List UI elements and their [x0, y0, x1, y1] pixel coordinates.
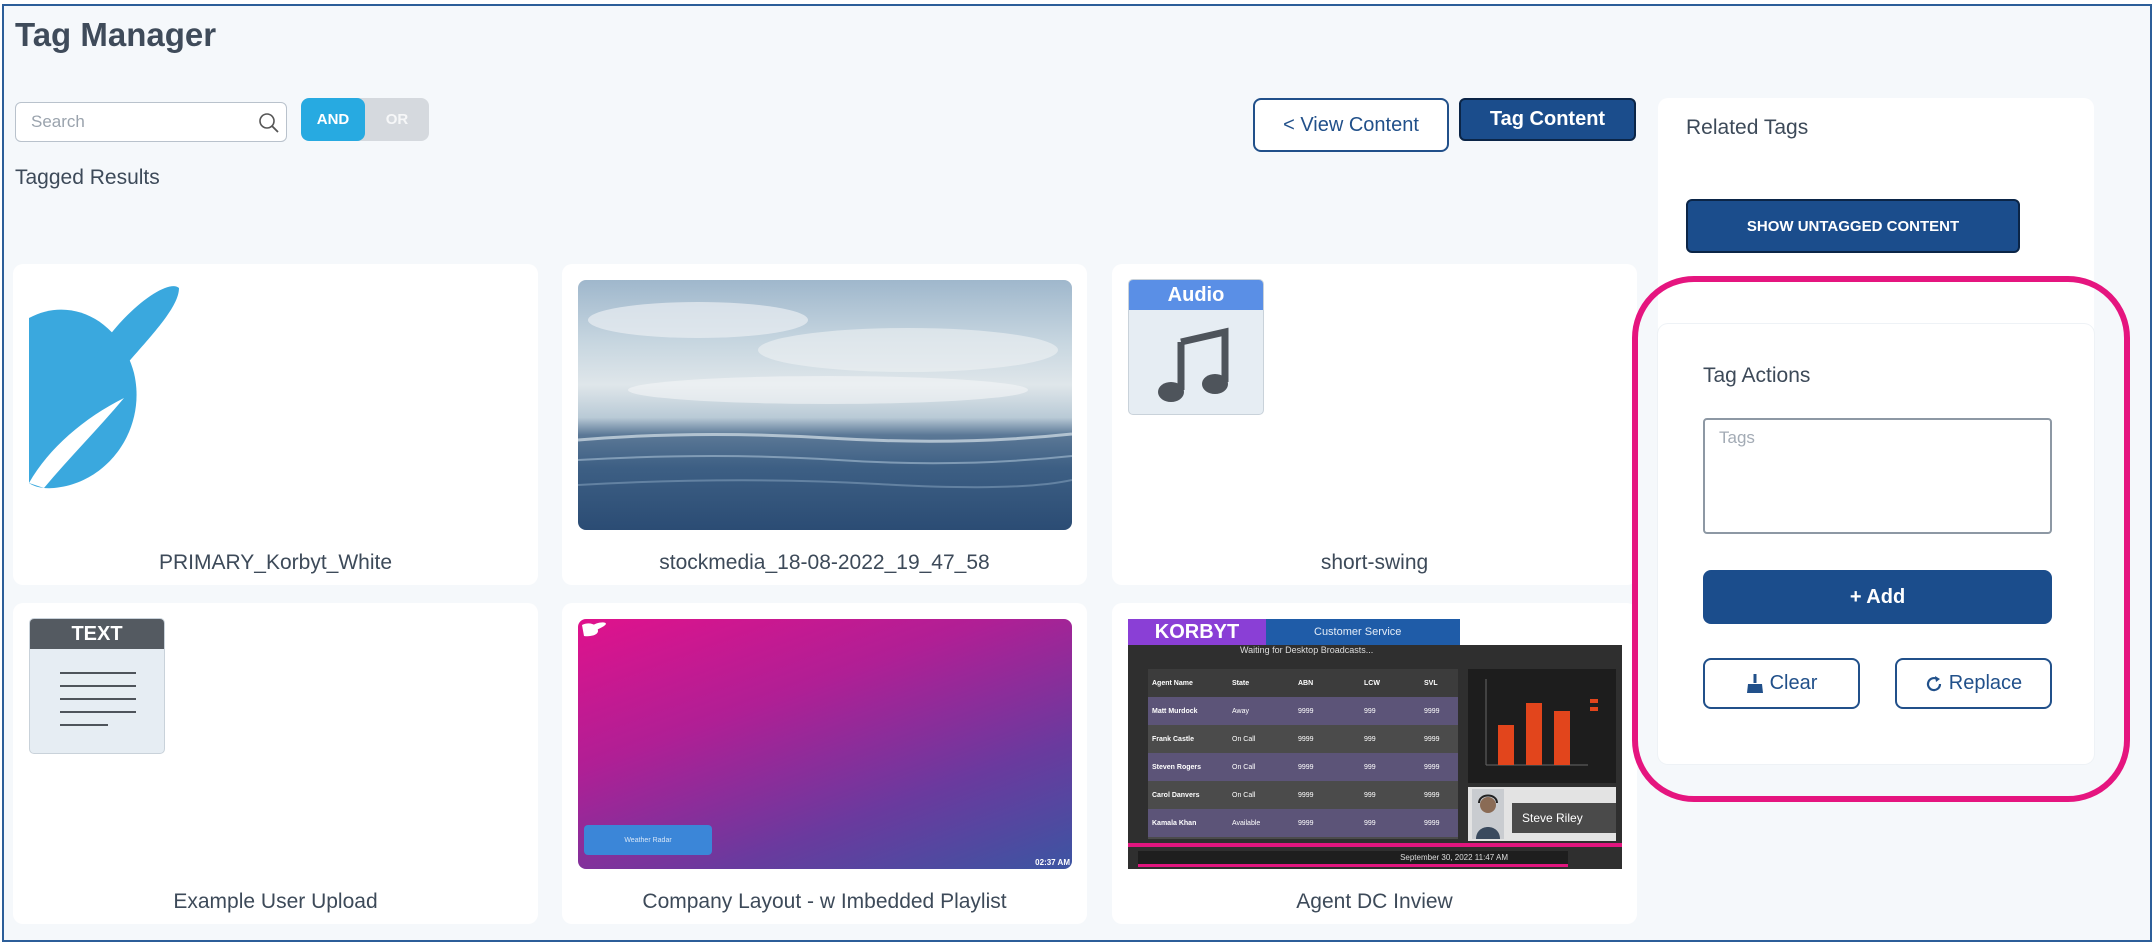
cell: Available: [1232, 819, 1261, 827]
tag-actions-panel: Tag Actions + Add Clear Replace: [1658, 324, 2094, 764]
dashboard-body: Waiting for Desktop Broadcasts... Agent …: [1128, 645, 1622, 869]
cell: 999: [1364, 819, 1376, 827]
table-row: Carol Danvers On Call 9999 999 9999: [1148, 781, 1458, 809]
table-row: Matt Murdock Away 9999 999 9999: [1148, 697, 1458, 725]
card-name: Agent DC Inview: [1296, 890, 1453, 913]
add-tag-button[interactable]: + Add: [1703, 570, 2052, 624]
search-box: [15, 102, 287, 142]
content-card[interactable]: PRIMARY_Korbyt_White: [13, 264, 538, 585]
cell: 9999: [1298, 791, 1314, 799]
table-row: Kamala Khan Available 9999 999 9999: [1148, 809, 1458, 837]
cell: 9999: [1424, 707, 1440, 715]
related-tags-title: Related Tags: [1686, 116, 1809, 139]
weather-radar-button: Weather Radar: [584, 825, 712, 855]
agent-name: Steve Riley: [1512, 803, 1616, 833]
content-card[interactable]: stockmedia_18-08-2022_19_47_58: [562, 264, 1087, 585]
cell: On Call: [1232, 735, 1256, 743]
show-untagged-content-button[interactable]: SHOW UNTAGGED CONTENT: [1686, 199, 2020, 253]
cell: 999: [1364, 735, 1376, 743]
dashboard-header: Customer Service: [1266, 619, 1460, 645]
content-card[interactable]: TEXT Example User Upload: [13, 603, 538, 924]
table-row: Frank Castle On Call 9999 999 9999: [1148, 725, 1458, 753]
broom-icon: [1746, 673, 1763, 693]
text-badge-label: TEXT: [30, 619, 164, 649]
layout-time: 02:37 AM: [1035, 858, 1070, 867]
col-header: State: [1232, 679, 1250, 687]
cell: Matt Murdock: [1152, 707, 1198, 715]
col-header: LCW: [1364, 679, 1380, 687]
audio-badge: Audio: [1128, 279, 1264, 415]
agent-card: Steve Riley: [1468, 787, 1616, 841]
cell: 9999: [1298, 735, 1314, 743]
clear-button-label: Clear: [1769, 672, 1818, 694]
content-card[interactable]: Audio short-swing: [1112, 264, 1637, 585]
toggle-and[interactable]: AND: [301, 98, 365, 141]
cell: 9999: [1424, 735, 1440, 743]
agent-table: Agent Name State ABN LCW SVL Matt Murdoc…: [1148, 669, 1458, 839]
accent-bar: [1128, 843, 1622, 847]
table-row: Steven Rogers On Call 9999 999 9999: [1148, 753, 1458, 781]
card-name: short-swing: [1320, 551, 1429, 574]
dashboard-footer-time: September 30, 2022 11:47 AM: [1138, 851, 1568, 867]
dashboard-preview: KORBYT Customer Service Waiting for Desk…: [1128, 619, 1622, 869]
col-header: Agent Name: [1152, 679, 1193, 687]
replace-button-label: Replace: [1948, 672, 2023, 694]
card-name: PRIMARY_Korbyt_White: [158, 551, 393, 574]
audio-badge-label: Audio: [1129, 280, 1263, 310]
toggle-or[interactable]: OR: [365, 98, 429, 141]
agent-photo-avatar: [1472, 789, 1504, 839]
col-header: ABN: [1298, 679, 1314, 687]
search-icon[interactable]: [258, 112, 280, 134]
tags-input[interactable]: [1703, 418, 2052, 534]
korbyt-mini-logo-icon: [582, 622, 606, 637]
dashboard-subheader: Waiting for Desktop Broadcasts...: [1240, 645, 1374, 655]
and-or-toggle: AND OR: [301, 98, 429, 141]
page-title: Tag Manager: [15, 16, 217, 53]
cell: Steven Rogers: [1152, 763, 1202, 771]
card-name: Example User Upload: [173, 890, 378, 913]
view-content-button[interactable]: < View Content: [1253, 98, 1449, 152]
cell: 9999: [1298, 707, 1314, 715]
tagged-results-label: Tagged Results: [15, 166, 160, 189]
card-name: stockmedia_18-08-2022_19_47_58: [659, 551, 990, 574]
card-name: Company Layout - w Imbedded Playlist: [642, 890, 1007, 913]
cell: On Call: [1232, 763, 1256, 771]
tag-actions-title: Tag Actions: [1703, 364, 1811, 387]
music-note-icon: [1158, 327, 1229, 402]
content-card[interactable]: Weather Radar 02:37 AM Company Layout - …: [562, 603, 1087, 924]
text-badge: TEXT: [29, 618, 165, 754]
cell: 9999: [1424, 819, 1440, 827]
text-lines-icon: [60, 672, 136, 726]
cell: Away: [1232, 707, 1249, 715]
cell: Kamala Khan: [1152, 819, 1197, 827]
cell: 9999: [1424, 763, 1440, 771]
dashboard-brand: KORBYT: [1128, 619, 1266, 645]
cell: Carol Danvers: [1152, 791, 1200, 799]
cell: On Call: [1232, 791, 1256, 799]
cell: 999: [1364, 763, 1376, 771]
bar-chart-thumbnail: [1468, 669, 1616, 783]
layout-preview: Weather Radar 02:37 AM: [578, 619, 1072, 869]
cell: 999: [1364, 707, 1376, 715]
korbyt-logo-icon: [29, 286, 179, 489]
cell: 9999: [1298, 819, 1314, 827]
app-frame: Tag Manager AND OR < View Content Tag Co…: [2, 4, 2152, 942]
cell: Frank Castle: [1152, 735, 1195, 743]
search-input[interactable]: [16, 103, 246, 141]
replace-button[interactable]: Replace: [1895, 658, 2052, 709]
ocean-image: [578, 280, 1072, 530]
col-header: SVL: [1424, 679, 1438, 687]
agent-table-header: Agent Name State ABN LCW SVL: [1148, 669, 1458, 697]
tag-content-button[interactable]: Tag Content: [1459, 98, 1636, 141]
cell: 9999: [1424, 791, 1440, 799]
clear-button[interactable]: Clear: [1703, 658, 1860, 709]
cell: 9999: [1298, 763, 1314, 771]
refresh-icon: [1926, 675, 1941, 691]
content-card[interactable]: KORBYT Customer Service Waiting for Desk…: [1112, 603, 1637, 924]
cell: 999: [1364, 791, 1376, 799]
